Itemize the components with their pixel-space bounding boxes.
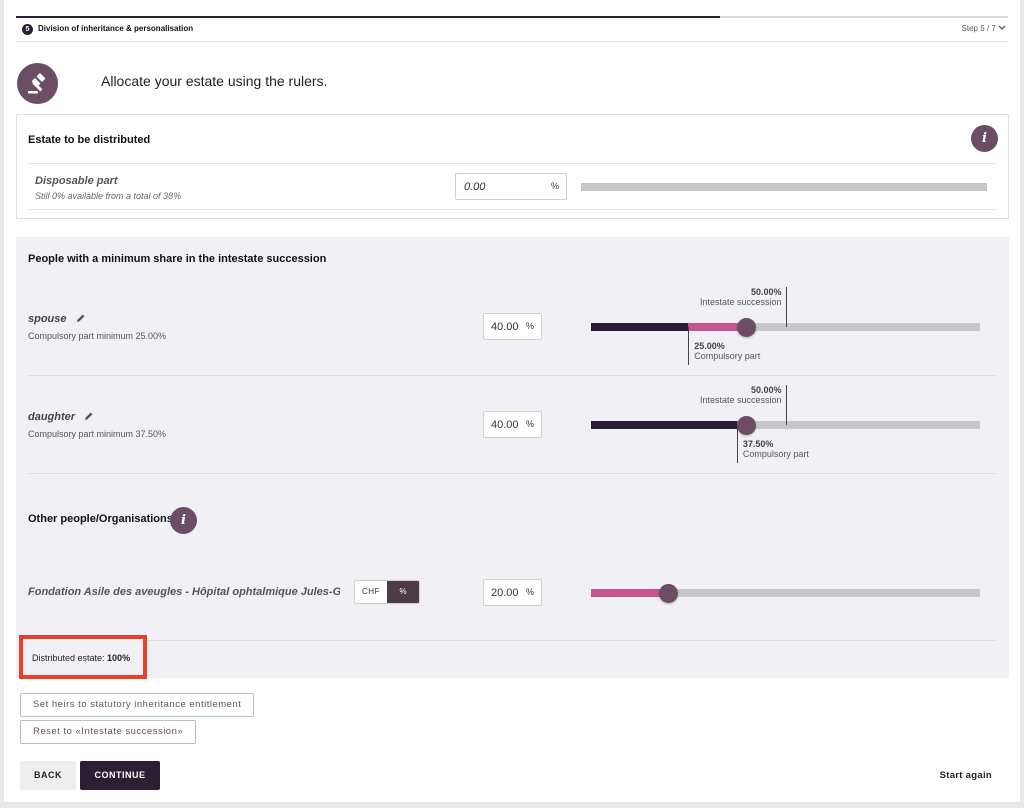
heir-name-spouse: spouse bbox=[28, 313, 86, 326]
continue-button[interactable]: CONTINUE bbox=[80, 761, 160, 790]
disposable-part-label: Disposable part bbox=[35, 175, 118, 187]
toggle-percent[interactable]: % bbox=[387, 581, 419, 603]
pencil-icon[interactable] bbox=[84, 411, 94, 424]
slider-handle[interactable] bbox=[659, 583, 679, 603]
distributed-estate: Distributed estate: 100% bbox=[32, 653, 130, 663]
progress-bar bbox=[16, 16, 1008, 18]
spouse-slider[interactable]: 50.00% Intestate succession 25.00% Compulso… bbox=[591, 287, 980, 365]
info-icon[interactable]: i bbox=[971, 125, 998, 152]
organisation-slider[interactable] bbox=[591, 583, 980, 603]
others-title: Other people/Organisations bbox=[28, 513, 173, 525]
input-value: 40.00 bbox=[491, 419, 519, 431]
page-title: Allocate your estate using the rulers. bbox=[101, 73, 328, 89]
step-title: Division of inheritance & personalisatio… bbox=[38, 24, 194, 33]
page: 5 Division of inheritance & personalisat… bbox=[4, 0, 1020, 802]
organisation-percent-input[interactable]: 20.00 % bbox=[483, 579, 542, 606]
input-value: 20.00 bbox=[491, 587, 519, 599]
distributed-label: Distributed estate: bbox=[32, 653, 108, 663]
input-unit: % bbox=[525, 587, 534, 597]
compulsory-marker bbox=[688, 327, 690, 365]
step-count-label: Step 5 / 7 bbox=[961, 24, 996, 33]
divider bbox=[28, 163, 997, 164]
currency-toggle: CHF % bbox=[354, 580, 420, 604]
back-button[interactable]: BACK bbox=[20, 761, 76, 790]
intestate-marker-label: 50.00% Intestate succession bbox=[699, 287, 782, 307]
heir-name-label: spouse bbox=[28, 313, 67, 325]
header-divider bbox=[16, 41, 1008, 42]
compulsory-marker-label: 37.50% Compulsory part bbox=[742, 439, 809, 459]
pencil-icon[interactable] bbox=[76, 313, 86, 326]
step-number-badge: 5 bbox=[22, 24, 33, 35]
start-again-link[interactable]: Start again bbox=[940, 770, 992, 781]
spouse-percent-input[interactable]: 40.00 % bbox=[483, 313, 542, 340]
toggle-chf[interactable]: CHF bbox=[355, 581, 387, 603]
divider bbox=[28, 640, 997, 641]
intestate-marker bbox=[785, 287, 787, 327]
disposable-part-slider[interactable] bbox=[581, 183, 987, 191]
input-value: 0.00 bbox=[464, 181, 486, 193]
distributed-estate-highlight: Distributed estate: 100% bbox=[19, 635, 147, 679]
statutory-entitlement-button[interactable]: Set heirs to statutory inheritance entit… bbox=[20, 693, 255, 717]
slider-handle[interactable] bbox=[737, 415, 757, 435]
compulsory-segment bbox=[591, 421, 737, 429]
divider bbox=[28, 375, 997, 376]
slider-handle[interactable] bbox=[737, 317, 757, 337]
heir-name-label: daughter bbox=[28, 411, 76, 423]
intestate-marker-label: 50.00% Intestate succession bbox=[699, 385, 782, 405]
input-value: 40.00 bbox=[491, 321, 519, 333]
compulsory-marker bbox=[736, 425, 738, 463]
distributed-value: 100% bbox=[107, 653, 131, 663]
heir-sub-spouse: Compulsory part minimum 25.00% bbox=[28, 331, 167, 341]
step-selector[interactable]: Step 5 / 7 bbox=[962, 24, 1006, 33]
input-unit: % bbox=[550, 181, 559, 191]
divider bbox=[28, 473, 997, 474]
heirs-panel: People with a minimum share in the intes… bbox=[16, 237, 1009, 678]
estate-section: Estate to be distributed i Disposable pa… bbox=[16, 114, 1009, 219]
reset-intestate-button[interactable]: Reset to «Intestate succession» bbox=[20, 720, 197, 744]
input-unit: % bbox=[525, 321, 534, 331]
progress-fill bbox=[16, 16, 721, 18]
compulsory-segment bbox=[591, 323, 689, 331]
daughter-percent-input[interactable]: 40.00 % bbox=[483, 411, 542, 438]
input-unit: % bbox=[525, 419, 534, 429]
heirs-title: People with a minimum share in the intes… bbox=[28, 253, 327, 265]
info-icon[interactable]: i bbox=[170, 507, 197, 534]
compulsory-marker-label: 25.00% Compulsory part bbox=[694, 341, 761, 361]
daughter-slider[interactable]: 50.00% Intestate succession 37.50% Compulso… bbox=[591, 385, 980, 463]
estate-title: Estate to be distributed bbox=[28, 134, 151, 146]
heir-sub-daughter: Compulsory part minimum 37.50% bbox=[28, 429, 167, 439]
divider bbox=[28, 209, 997, 210]
gavel-icon bbox=[17, 63, 58, 104]
disposable-part-input[interactable]: 0.00 % bbox=[455, 173, 567, 200]
heir-name-daughter: daughter bbox=[28, 411, 94, 424]
organisation-name: Fondation Asile des aveugles - Hôpital o… bbox=[28, 586, 340, 598]
disposable-part-sub: Still 0% available from a total of 38% bbox=[35, 191, 182, 201]
chevron-down-icon bbox=[998, 25, 1006, 30]
intestate-marker bbox=[785, 385, 787, 425]
share-segment bbox=[591, 589, 669, 597]
